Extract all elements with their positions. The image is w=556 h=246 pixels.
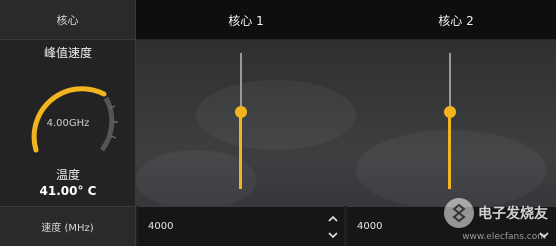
background-cloud (356, 130, 546, 206)
core-header-label: 核心 (56, 13, 79, 27)
core-1-slider-track (240, 53, 242, 111)
spin-down-icon[interactable] (326, 228, 340, 242)
spin-up-icon[interactable] (326, 212, 340, 226)
core-1-header: 核心 1 (228, 13, 264, 28)
core-column-header: 核心 (0, 0, 136, 40)
core-1-slider-fill (239, 111, 242, 189)
core-2-slider-handle[interactable] (444, 106, 456, 118)
core-1-speed-value[interactable]: 4000 (148, 221, 173, 232)
watermark-logo-icon (444, 198, 474, 228)
core-2-header: 核心 2 (438, 13, 474, 28)
core-sliders-area (136, 40, 556, 206)
watermark-url: www.elecfans.com (462, 232, 546, 242)
core-tabs-header: 核心 1 核心 2 (136, 0, 556, 40)
core-1-speed-input[interactable]: 4000 (138, 206, 344, 246)
background-cloud (136, 150, 256, 206)
background-cloud (196, 80, 356, 150)
gauge-value: 4.00GHz (46, 118, 90, 129)
core-1-slider-handle[interactable] (235, 106, 247, 118)
speed-mhz-label: 速度 (MHz) (0, 206, 136, 246)
gauge-tick (110, 135, 117, 139)
speed-info-panel: 峰值速度 4.00GHz 温度 41.00° C (0, 40, 136, 206)
core-2-slider-track (449, 53, 451, 111)
speed-gauge (31, 86, 118, 153)
core-2-slider-fill (448, 111, 451, 189)
peak-speed-label: 峰值速度 (43, 46, 92, 60)
temperature-value: 41.00° C (39, 184, 97, 198)
watermark: 电子发烧友 (444, 198, 548, 228)
overclock-panel: 核心 核心 1 核心 2 峰值速度 4.00GHz 温度 41.00° C 速度… (0, 0, 556, 246)
watermark-text: 电子发烧友 (478, 206, 548, 222)
core-2-speed-value[interactable]: 4000 (357, 221, 382, 232)
temperature-label: 温度 (55, 168, 80, 182)
